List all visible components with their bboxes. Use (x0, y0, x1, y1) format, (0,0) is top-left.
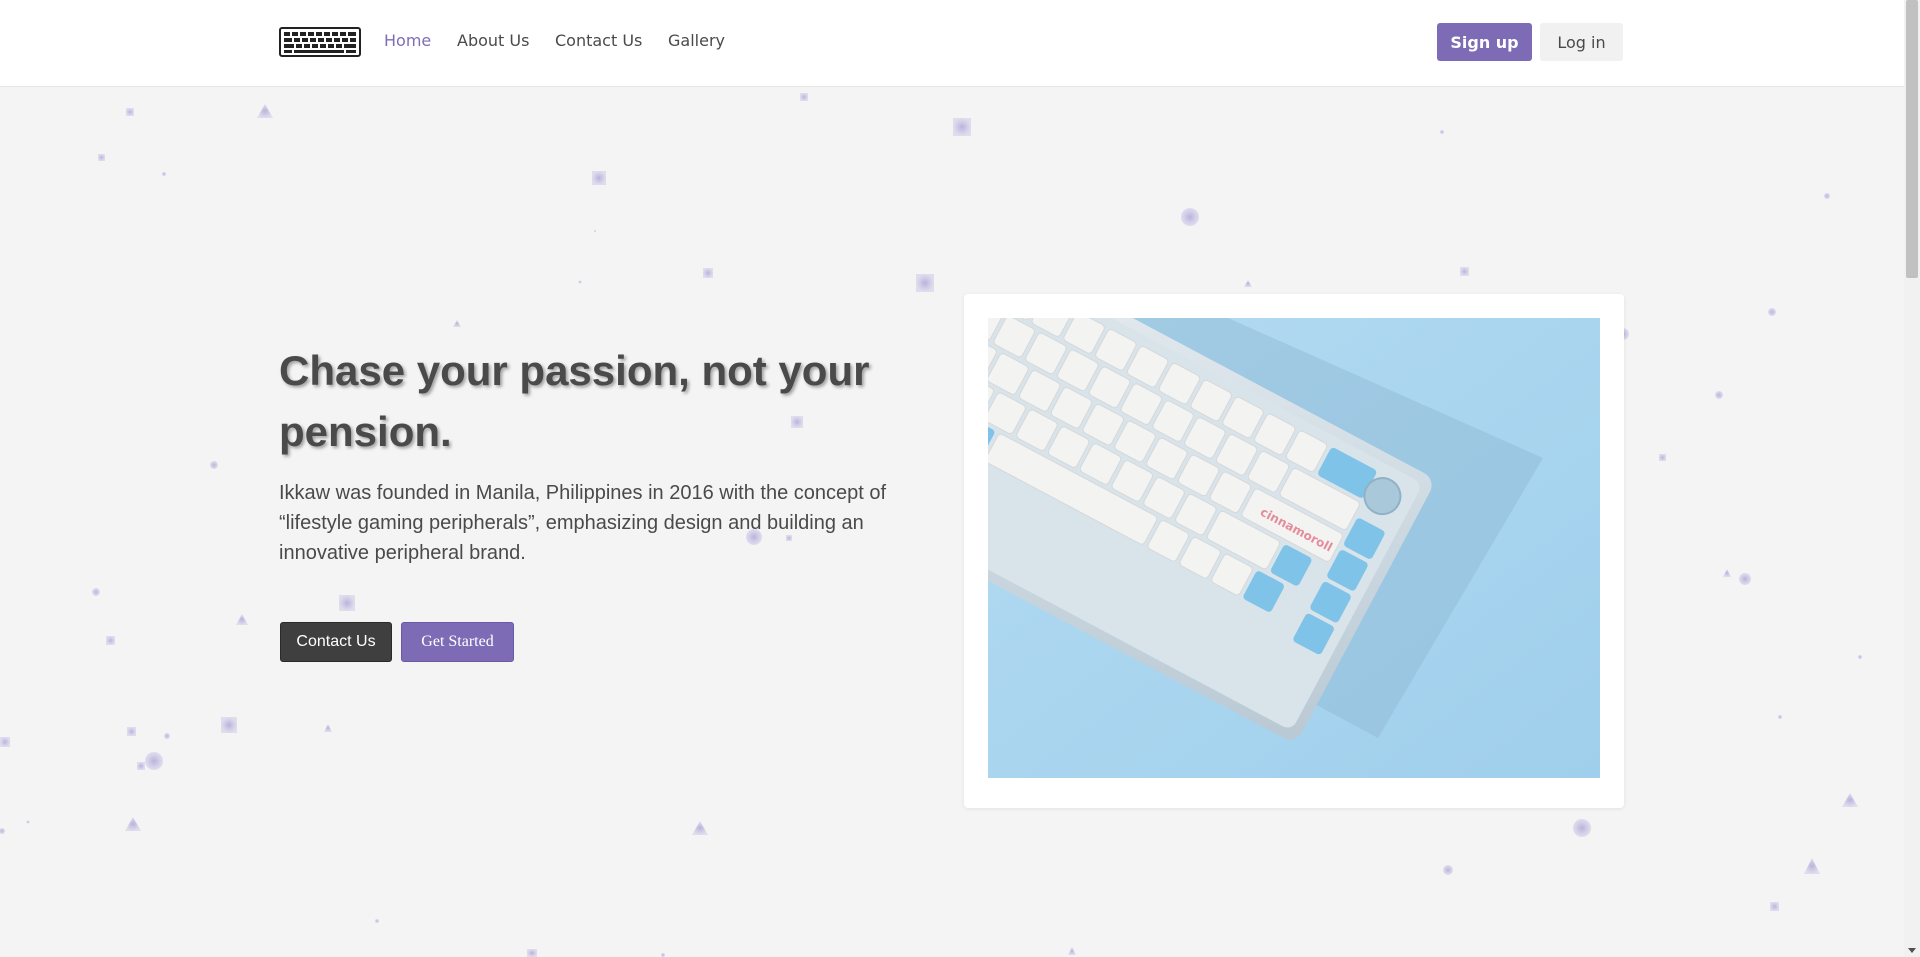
contact-us-button[interactable]: Contact Us (280, 622, 392, 662)
top-navbar: Home About Us Contact Us Gallery Sign up… (0, 0, 1904, 87)
nav-home[interactable]: Home (384, 31, 431, 50)
keyboard-icon[interactable] (279, 27, 361, 57)
nav-gallery[interactable]: Gallery (668, 31, 725, 50)
keyboard-photo: cinnamoroll (988, 318, 1600, 778)
signup-button[interactable]: Sign up (1437, 23, 1532, 61)
scrollbar-thumb[interactable] (1906, 0, 1918, 278)
nav-contact-us[interactable]: Contact Us (555, 31, 642, 50)
get-started-button[interactable]: Get Started (401, 622, 514, 662)
hero-image-card: cinnamoroll (964, 294, 1624, 808)
scroll-down-arrow-icon[interactable] (1908, 948, 1916, 953)
login-button[interactable]: Log in (1540, 23, 1623, 61)
nav-about-us[interactable]: About Us (457, 31, 529, 50)
page-scrollbar[interactable] (1904, 0, 1920, 957)
hero-title: Chase your passion, not your pension. (279, 347, 870, 455)
hero-description: Ikkaw was founded in Manila, Philippines… (279, 482, 887, 564)
